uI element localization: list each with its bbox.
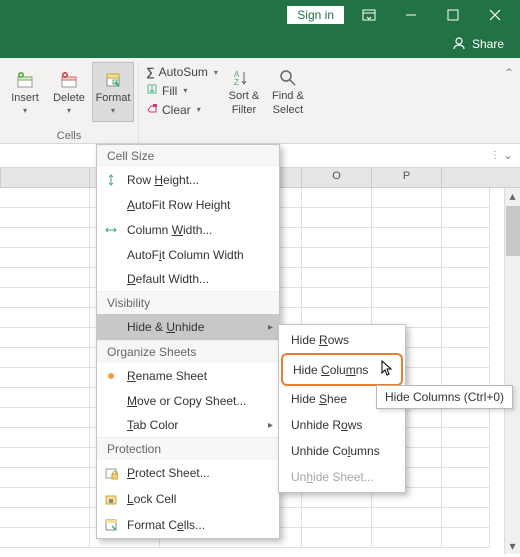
submenu-arrow-icon: ▸	[268, 322, 273, 333]
autosum-icon: ∑	[146, 65, 155, 79]
submenu-unhide-rows[interactable]: Unhide Rows	[279, 412, 405, 438]
clear-icon	[146, 102, 158, 117]
protect-sheet-icon	[103, 465, 119, 481]
chevron-down-icon: ▾	[111, 106, 115, 115]
menu-autofit-column-width[interactable]: AutoFit Column Width	[97, 243, 279, 267]
ribbon: Insert ▾ Delete ▾ Format ▾ Cells	[0, 58, 520, 144]
autosum-button[interactable]: ∑ AutoSum ▾	[143, 64, 221, 80]
share-label[interactable]: Share	[472, 37, 504, 51]
format-cells-icon	[103, 517, 119, 533]
submenu-hide-rows[interactable]: Hide Rows	[279, 327, 405, 353]
format-button[interactable]: Format ▾	[92, 62, 134, 122]
scroll-up-icon[interactable]: ▴	[505, 188, 520, 204]
expand-formula-bar-icon[interactable]: ⌄	[500, 143, 516, 167]
sign-in-button[interactable]: Sign in	[287, 6, 344, 24]
clear-button[interactable]: Clear ▾	[143, 101, 221, 118]
find-select-icon	[278, 68, 298, 88]
minimize-button[interactable]	[394, 0, 428, 30]
menu-autofit-row-height[interactable]: AutoFit Row Height	[97, 193, 279, 217]
sort-filter-button[interactable]: AZ Sort & Filter	[223, 62, 265, 122]
menu-move-copy-sheet[interactable]: Move or Copy Sheet...	[97, 389, 279, 413]
formula-bar-handle-icon[interactable]: ⋮	[490, 150, 500, 161]
column-header-p[interactable]: P	[372, 168, 442, 187]
share-bar: Share	[0, 30, 520, 58]
ribbon-group-editing: ∑ AutoSum ▾ Fill ▾ Clear ▾	[139, 62, 313, 144]
bullet-icon	[103, 368, 119, 384]
sort-filter-icon: AZ	[234, 68, 254, 88]
chevron-down-icon: ▾	[214, 68, 218, 77]
menu-column-width[interactable]: Column Width...	[97, 217, 279, 243]
group-label-cells: Cells	[57, 130, 81, 142]
share-icon[interactable]	[452, 36, 466, 53]
chevron-down-icon: ▾	[23, 106, 27, 115]
ribbon-display-options-icon[interactable]	[352, 0, 386, 30]
format-dropdown-menu: Cell Size Row Height... AutoFit Row Heig…	[96, 144, 280, 539]
vertical-scrollbar[interactable]: ▴ ▾	[504, 188, 520, 554]
menu-section-protection: Protection	[97, 437, 279, 460]
delete-icon	[59, 70, 79, 90]
menu-section-visibility: Visibility	[97, 291, 279, 314]
menu-protect-sheet[interactable]: Protect Sheet...	[97, 460, 279, 486]
chevron-down-icon: ▾	[197, 105, 201, 114]
submenu-arrow-icon: ▸	[268, 420, 273, 431]
collapse-ribbon-icon[interactable]: ⌃	[504, 66, 514, 80]
scrollbar-thumb[interactable]	[506, 206, 520, 256]
menu-rename-sheet[interactable]: Rename Sheet	[97, 363, 279, 389]
submenu-unhide-columns[interactable]: Unhide Columns	[279, 438, 405, 464]
insert-icon	[15, 70, 35, 90]
insert-button[interactable]: Insert ▾	[4, 62, 46, 122]
fill-icon	[146, 83, 158, 98]
maximize-button[interactable]	[436, 0, 470, 30]
find-select-button[interactable]: Find & Select	[267, 62, 309, 122]
close-button[interactable]	[478, 0, 512, 30]
menu-section-organize: Organize Sheets	[97, 340, 279, 363]
submenu-unhide-sheet: Unhide Sheet...	[279, 464, 405, 490]
ribbon-group-cells: Insert ▾ Delete ▾ Format ▾ Cells	[0, 62, 139, 144]
lock-cell-icon	[103, 491, 119, 507]
svg-text:Z: Z	[234, 78, 239, 87]
menu-tab-color[interactable]: Tab Color ▸	[97, 413, 279, 437]
window-titlebar: Sign in	[0, 0, 520, 30]
chevron-down-icon: ▾	[67, 106, 71, 115]
chevron-down-icon: ▾	[183, 86, 187, 95]
row-height-icon	[103, 172, 119, 188]
mouse-cursor-icon	[381, 360, 395, 381]
menu-hide-unhide[interactable]: Hide & Unhide ▸	[97, 314, 279, 340]
fill-button[interactable]: Fill ▾	[143, 82, 221, 99]
menu-lock-cell[interactable]: Lock Cell	[97, 486, 279, 512]
column-header-o[interactable]: O	[302, 168, 372, 187]
menu-row-height[interactable]: Row Height...	[97, 167, 279, 193]
menu-section-cell-size: Cell Size	[97, 145, 279, 167]
menu-format-cells[interactable]: Format Cells...	[97, 512, 279, 538]
tooltip-hide-columns: Hide Columns (Ctrl+0)	[376, 385, 513, 409]
menu-default-width[interactable]: Default Width...	[97, 267, 279, 291]
column-width-icon	[103, 222, 119, 238]
format-icon	[103, 70, 123, 90]
delete-button[interactable]: Delete ▾	[48, 62, 90, 122]
scroll-down-icon[interactable]: ▾	[505, 538, 520, 554]
submenu-hide-columns[interactable]: Hide Columns	[281, 353, 403, 386]
